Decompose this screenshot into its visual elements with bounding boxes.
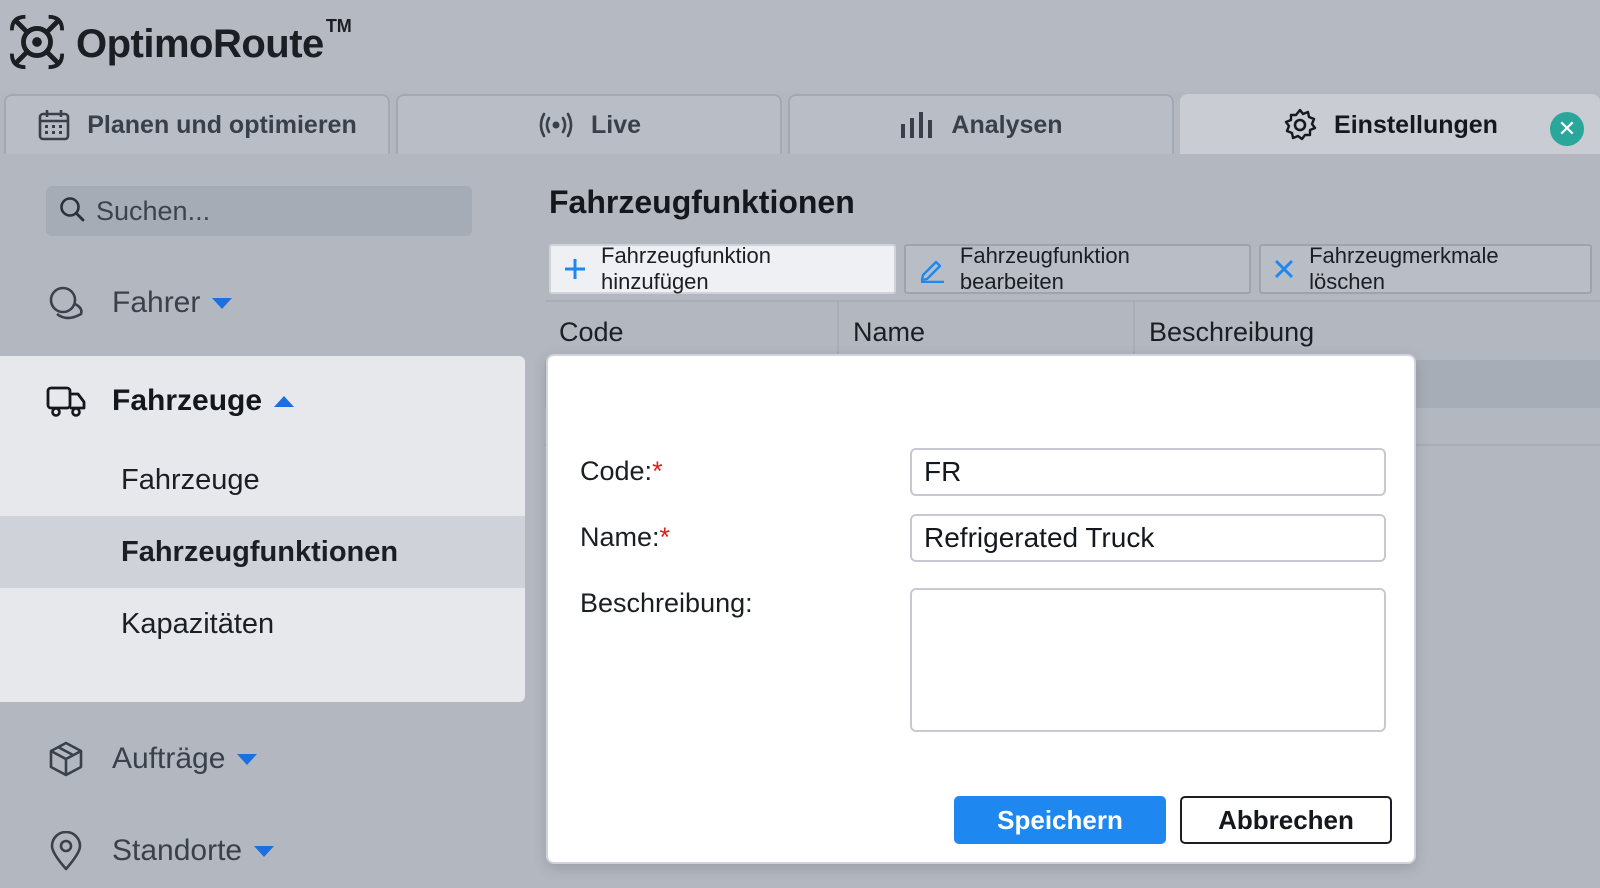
- chevron-down-icon: [254, 845, 275, 857]
- truck-icon: [46, 381, 86, 421]
- tab-live[interactable]: Live: [396, 94, 782, 154]
- description-field[interactable]: [910, 588, 1386, 732]
- sidebar-group-fahrer[interactable]: Fahrer: [0, 268, 525, 338]
- cancel-button[interactable]: Abbrechen: [1180, 796, 1392, 844]
- package-icon: [46, 739, 86, 779]
- tab-planen[interactable]: Planen und optimieren: [4, 94, 390, 154]
- main-tabs: Planen und optimieren Live Analysen Eins…: [0, 94, 1600, 154]
- sidebar-item-label: Fahrzeugfunktionen: [121, 535, 399, 568]
- sidebar-item-label: Kapazitäten: [121, 607, 275, 640]
- sidebar-group-standorte[interactable]: Standorte: [0, 816, 525, 886]
- sidebar-item-label: Fahrzeuge: [121, 463, 260, 496]
- logo-trademark: TM: [325, 15, 352, 36]
- chevron-up-icon: [274, 395, 295, 407]
- gear-icon: [1282, 107, 1318, 143]
- tab-label: Analysen: [951, 110, 1063, 139]
- page-title: Fahrzeugfunktionen: [549, 184, 855, 220]
- toolbar: Fahrzeugfunktion hinzufügen Fahrzeugfunk…: [549, 243, 1600, 294]
- button-label: Fahrzeugfunktion bearbeiten: [959, 243, 1130, 294]
- search-icon: [58, 195, 86, 228]
- plus-icon: [563, 257, 587, 281]
- column-header-description[interactable]: Beschreibung: [1135, 302, 1600, 362]
- column-header-name[interactable]: Name: [839, 302, 1135, 362]
- table-header: Code Name Beschreibung: [545, 300, 1600, 362]
- chevron-down-icon: [212, 297, 233, 309]
- driver-icon: [46, 283, 86, 323]
- search-box: [46, 186, 472, 236]
- button-label: Fahrzeugfunktion hinzufügen: [601, 243, 771, 294]
- sidebar-item-fahrzeugfunktionen[interactable]: Fahrzeugfunktionen: [0, 516, 525, 588]
- search-input[interactable]: [96, 195, 456, 227]
- broadcast-icon: [537, 110, 575, 140]
- column-header-code[interactable]: Code: [545, 302, 839, 362]
- name-field[interactable]: [910, 514, 1386, 562]
- sidebar-group-label: Fahrer: [112, 286, 201, 319]
- app-header: OptimoRoute TM: [0, 0, 1600, 92]
- description-label: Beschreibung:: [580, 588, 753, 618]
- logo[interactable]: OptimoRoute TM: [8, 14, 352, 74]
- tab-label: Einstellungen: [1334, 110, 1498, 139]
- tab-label: Live: [590, 110, 642, 139]
- close-icon: [1273, 258, 1295, 280]
- logo-icon: [8, 13, 66, 76]
- add-feature-button[interactable]: Fahrzeugfunktion hinzufügen: [549, 243, 896, 294]
- required-marker: *: [659, 522, 671, 552]
- sidebar-group-label: Aufträge: [112, 742, 226, 775]
- name-label: Name:*: [580, 522, 670, 553]
- code-field[interactable]: [910, 448, 1386, 496]
- code-label: Code:*: [580, 456, 663, 487]
- calendar-icon: [37, 108, 71, 142]
- chevron-down-icon: [237, 753, 258, 765]
- logo-text: OptimoRoute: [76, 21, 324, 66]
- close-icon[interactable]: ✕: [1550, 112, 1584, 146]
- sidebar-item-fahrzeuge[interactable]: Fahrzeuge: [0, 444, 525, 516]
- code-label-text: Code:: [580, 456, 653, 486]
- save-button[interactable]: Speichern: [954, 796, 1166, 844]
- pencil-icon: [918, 255, 946, 283]
- name-label-text: Name:: [580, 522, 660, 552]
- edit-feature-button[interactable]: Fahrzeugfunktion bearbeiten: [903, 243, 1252, 294]
- sidebar-group-auftraege[interactable]: Aufträge: [0, 724, 525, 794]
- delete-features-button[interactable]: Fahrzeugmerkmale löschen: [1259, 243, 1593, 294]
- tab-label: Planen und optimieren: [87, 110, 357, 139]
- sidebar-expanded-section: Fahrzeuge Fahrzeuge Fahrzeugfunktionen K…: [0, 356, 525, 702]
- bar-chart-icon: [899, 110, 935, 140]
- sidebar: Fahrer Fahrzeuge Fahrzeuge Fahrzeugfunkt…: [0, 154, 525, 888]
- tab-einstellungen[interactable]: Einstellungen ✕: [1180, 94, 1600, 154]
- tab-analysen[interactable]: Analysen: [788, 94, 1174, 154]
- button-label: Fahrzeugmerkmale löschen: [1309, 243, 1499, 294]
- required-marker: *: [652, 456, 663, 486]
- feature-dialog: Code:* Name:* Beschreibung: Speichern Ab…: [546, 354, 1416, 864]
- sidebar-item-kapazitaeten[interactable]: Kapazitäten: [0, 588, 525, 660]
- sidebar-group-label: Standorte: [112, 834, 243, 867]
- location-pin-icon: [46, 831, 86, 871]
- sidebar-group-fahrzeuge[interactable]: Fahrzeuge: [0, 366, 525, 436]
- sidebar-group-label: Fahrzeuge: [112, 384, 263, 417]
